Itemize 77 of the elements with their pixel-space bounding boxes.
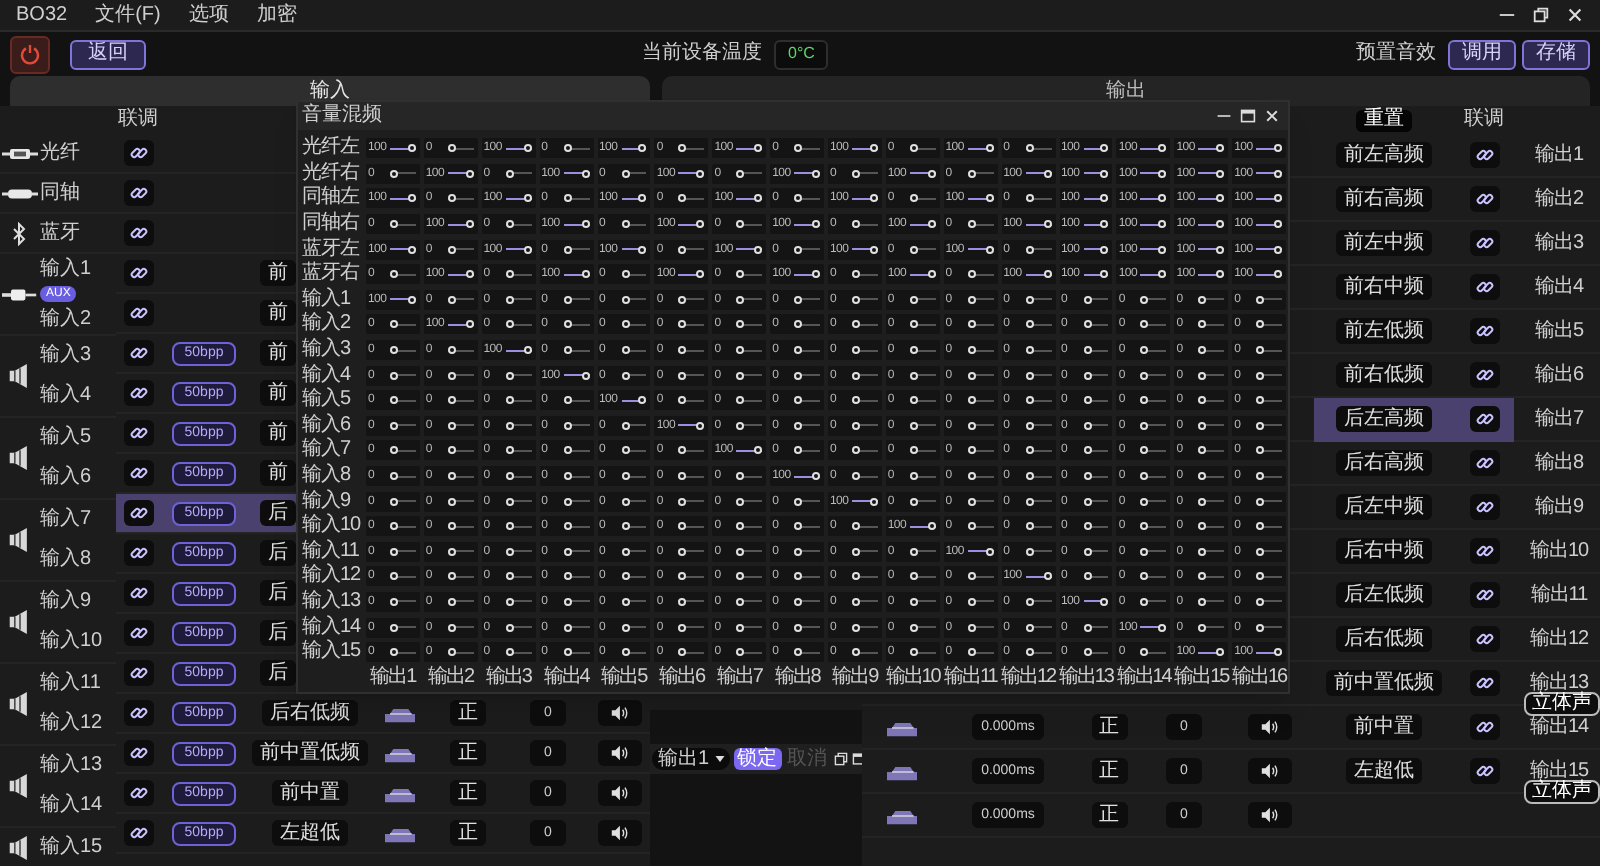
channel-name: 输出1 [1534, 145, 1584, 165]
row-label: 输入13 [300, 591, 363, 612]
column-label: 输出5 [599, 668, 650, 689]
row-label: 同轴左 [300, 188, 362, 209]
channel-name: 输入4 [40, 386, 92, 406]
channel-name: 输入11 [40, 674, 101, 694]
row-label: 输入5 [300, 390, 353, 411]
channel-name: 输出6 [1534, 365, 1584, 385]
channel-name: 输出14 [1529, 717, 1589, 737]
column-label: 输出1 [368, 668, 419, 689]
row-label: 同轴右 [300, 214, 361, 235]
channel-name: 输出10 [1529, 541, 1589, 561]
column-header: 联调 [1462, 110, 1506, 130]
column-label: 输出14 [1114, 668, 1173, 689]
column-header: 联调 [116, 110, 160, 130]
row-label: 光纤右 [300, 163, 361, 184]
channel-name: 输出3 [1534, 233, 1584, 253]
channel-name: 输入13 [40, 756, 103, 776]
row-label: 蓝牙左 [300, 239, 362, 260]
column-label: 输出3 [483, 668, 534, 689]
channel-name: 输出9 [1534, 497, 1584, 517]
channel-name: 输入8 [40, 550, 92, 570]
channel-name: 输入7 [40, 510, 92, 530]
column-label: 输出11 [941, 668, 1000, 689]
column-label: 输出7 [714, 668, 765, 689]
column-label: 输出15 [1172, 668, 1231, 689]
row-label: 输入14 [300, 617, 363, 638]
channel-name: 输出11 [1530, 585, 1588, 605]
column-label: 输出2 [426, 668, 476, 689]
temperature-field: 0°C [774, 39, 829, 69]
channel-name: 输出4 [1534, 277, 1584, 297]
column-label: 输出10 [883, 668, 942, 689]
channel-name: 输出15 [1529, 761, 1589, 781]
row-label: 输入7 [300, 440, 353, 461]
column-label: 输出8 [772, 668, 823, 689]
temperature-label: 当前设备温度 [642, 44, 762, 64]
channel-name: 输出12 [1529, 629, 1589, 649]
channel-name: 输入10 [40, 632, 103, 652]
source-name: 蓝牙 [40, 223, 80, 243]
column-label: 输出13 [1057, 668, 1115, 689]
source-name: 光纤 [40, 143, 80, 163]
row-label: 输入8 [300, 466, 353, 487]
row-label: 输入15 [300, 642, 363, 663]
row-label: 输入4 [300, 365, 353, 386]
channel-name: 输出7 [1534, 409, 1584, 429]
channel-name: 输入3 [40, 346, 92, 366]
channel-name: 输出13 [1529, 673, 1589, 693]
column-label: 输出16 [1230, 668, 1288, 689]
channel-name: 输入2 [40, 309, 92, 329]
channel-name: 输出8 [1534, 453, 1584, 473]
column-label: 输出4 [541, 668, 592, 689]
channel-name: 输入9 [40, 592, 92, 612]
row-label: 输入12 [300, 566, 363, 587]
row-label: 光纤左 [300, 138, 362, 159]
channel-name: 输入14 [40, 796, 103, 816]
source-name: 同轴 [40, 183, 80, 203]
channel-name: 输出5 [1534, 321, 1584, 341]
row-label: 输入10 [300, 516, 363, 537]
channel-name: 输入6 [40, 468, 92, 488]
row-label: 输入6 [300, 415, 353, 436]
channel-name: 输入1 [40, 259, 92, 279]
row-label: 蓝牙右 [300, 264, 361, 285]
dialog-title: 音量混频 [302, 106, 382, 126]
row-label: 输入1 [300, 289, 353, 310]
channel-name: 输入12 [40, 714, 103, 734]
row-label: 输入9 [300, 491, 353, 512]
row-label: 输入2 [300, 314, 353, 335]
channel-name: 输入15 [40, 838, 103, 858]
channel-name: 输出2 [1534, 189, 1584, 209]
channel-name: 输入5 [40, 428, 92, 448]
column-label: 输出9 [830, 668, 881, 689]
column-label: 输出6 [657, 668, 708, 689]
window-title: BO32 [16, 5, 68, 25]
preset-label: 预置音效 [1356, 44, 1436, 64]
row-label: 输入11 [300, 541, 361, 562]
row-label: 输入3 [300, 340, 353, 361]
column-label: 输出12 [999, 668, 1057, 689]
